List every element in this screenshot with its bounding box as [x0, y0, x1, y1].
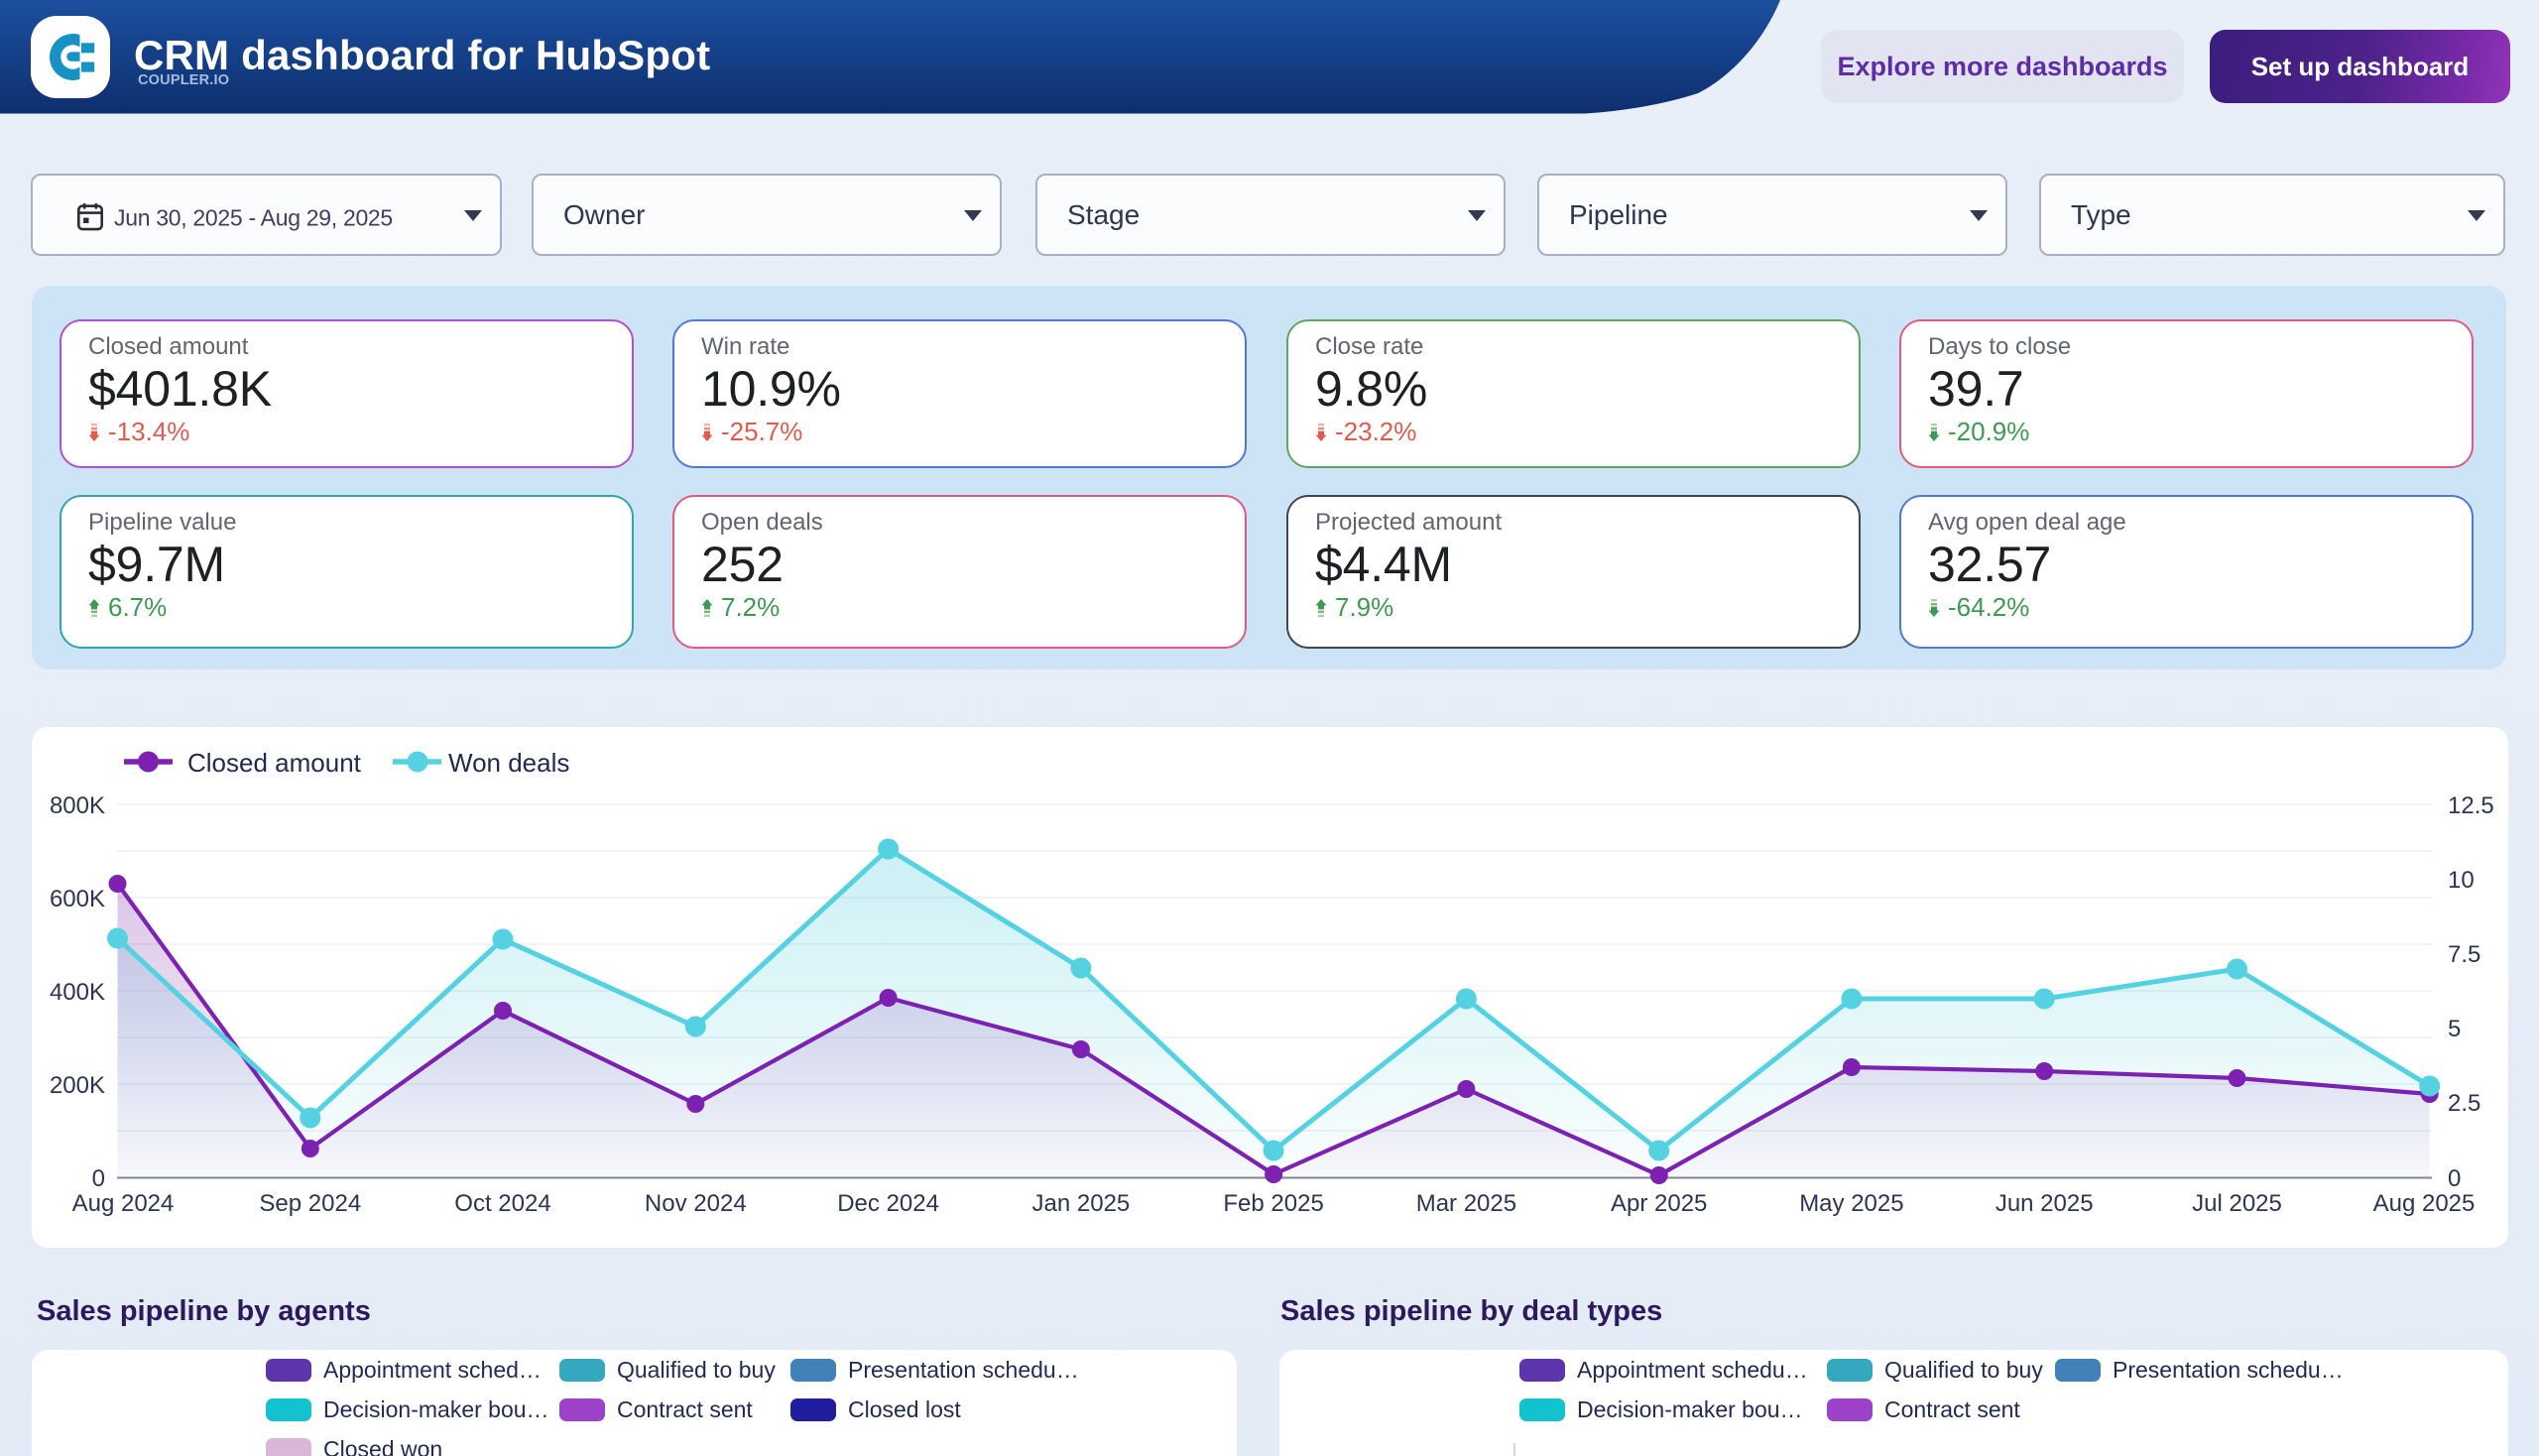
svg-text:7.5: 7.5: [2448, 941, 2480, 968]
svg-text:200K: 200K: [50, 1072, 105, 1099]
svg-text:12.5: 12.5: [2448, 792, 2494, 819]
svg-text:0: 0: [2448, 1165, 2461, 1192]
svg-text:Aug 2024: Aug 2024: [72, 1190, 175, 1217]
svg-text:600K: 600K: [50, 886, 105, 912]
svg-text:Dec 2024: Dec 2024: [837, 1190, 939, 1217]
svg-text:Mar 2025: Mar 2025: [1416, 1190, 1516, 1217]
svg-text:Oct 2024: Oct 2024: [454, 1190, 550, 1217]
svg-text:Jan 2025: Jan 2025: [1032, 1190, 1131, 1217]
svg-text:Jul 2025: Jul 2025: [2192, 1190, 2282, 1217]
svg-text:Nov 2024: Nov 2024: [645, 1190, 747, 1217]
svg-text:2.5: 2.5: [2448, 1090, 2480, 1117]
svg-text:Feb 2025: Feb 2025: [1223, 1190, 1323, 1217]
svg-text:Apr 2025: Apr 2025: [1611, 1190, 1707, 1217]
svg-text:Jun 2025: Jun 2025: [1995, 1190, 2094, 1217]
svg-text:400K: 400K: [50, 979, 105, 1006]
svg-text:800K: 800K: [50, 792, 105, 819]
svg-text:Aug 2025: Aug 2025: [2373, 1190, 2476, 1217]
svg-text:Sep 2024: Sep 2024: [259, 1190, 361, 1217]
svg-text:Closed amount: Closed amount: [187, 748, 362, 778]
svg-text:0: 0: [92, 1165, 105, 1192]
svg-text:5: 5: [2448, 1016, 2461, 1042]
svg-text:May 2025: May 2025: [1799, 1190, 1903, 1217]
svg-text:Won deals: Won deals: [448, 748, 569, 778]
svg-text:10: 10: [2448, 867, 2475, 894]
